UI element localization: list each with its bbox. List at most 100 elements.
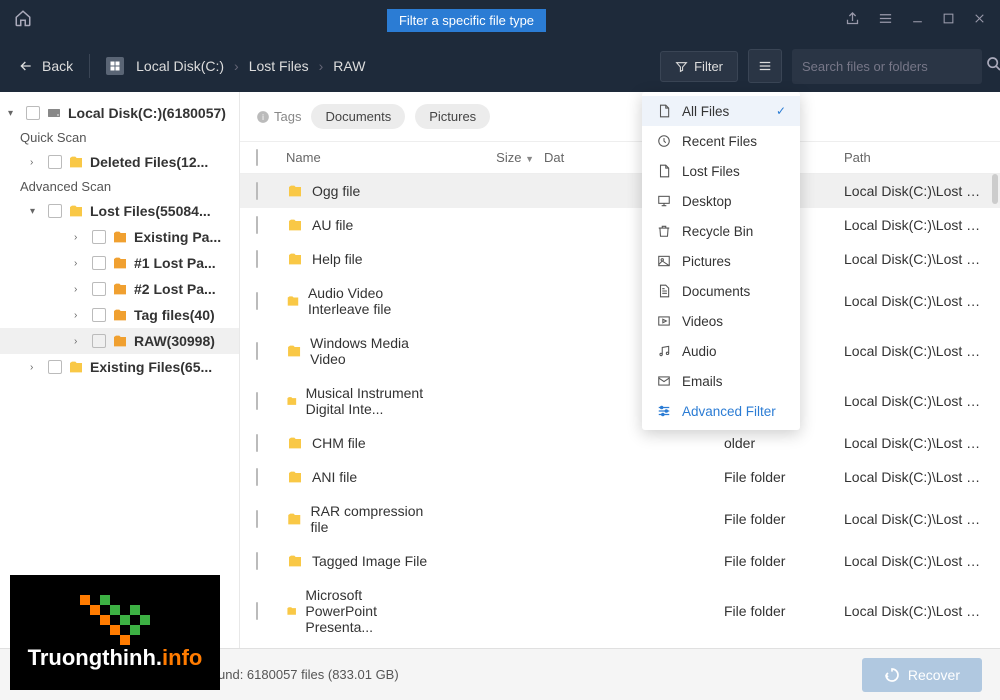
checkbox[interactable] [256,342,258,360]
filter-item[interactable]: Recycle Bin [642,216,800,246]
table-row[interactable]: Audio Video Interleave file older Local … [240,276,1000,326]
filter-item[interactable]: Emails [642,366,800,396]
trash-icon [656,223,672,239]
folder-icon [286,217,304,233]
table-row[interactable]: Help file older Local Disk(C:)\Lost F... [240,242,1000,276]
column-path[interactable]: Path [844,150,984,165]
table-row[interactable]: RAR compression file File folder Local D… [240,494,1000,544]
file-name: Audio Video Interleave file [308,285,434,317]
filter-item-label: Videos [682,314,723,329]
minimize-icon[interactable] [911,12,924,29]
checkbox[interactable] [256,468,258,486]
disk-icon [46,105,62,121]
expand-icon[interactable]: › [30,362,42,373]
tree-label: RAW(30998) [134,333,215,349]
breadcrumb-item[interactable]: RAW [333,58,365,74]
checkbox[interactable] [256,602,258,620]
expand-icon[interactable]: › [74,284,86,295]
checkbox[interactable] [92,334,106,348]
checkbox[interactable] [92,282,106,296]
filter-item[interactable]: Recent Files [642,126,800,156]
filter-item[interactable]: Desktop [642,186,800,216]
filter-item[interactable]: Audio [642,336,800,366]
tree-existing-files[interactable]: › Existing Files(65... [0,354,239,380]
audio-icon [656,343,672,359]
checkbox[interactable] [92,308,106,322]
checkbox[interactable] [48,155,62,169]
checkbox[interactable] [256,250,258,268]
filter-item[interactable]: Pictures [642,246,800,276]
table-row[interactable]: Musical Instrument Digital Inte... older… [240,376,1000,426]
table-row[interactable]: Tagged Image File File folder Local Disk… [240,544,1000,578]
checkbox[interactable] [256,182,258,200]
tree-lost-pa-2[interactable]: › #2 Lost Pa... [0,276,239,302]
table-row[interactable]: Microsoft PowerPoint Presenta... File fo… [240,578,1000,644]
sidebar: ▾ Local Disk(C:)(6180057) Quick Scan › D… [0,92,240,648]
recover-button[interactable]: Recover [862,658,982,692]
scrollbar[interactable] [992,174,998,204]
select-all-checkbox[interactable] [256,149,258,166]
checkbox[interactable] [92,230,106,244]
filter-item[interactable]: All Files ✓ [642,96,800,126]
tree-lost-pa-1[interactable]: › #1 Lost Pa... [0,250,239,276]
file-name: RAR compression file [311,503,434,535]
column-size[interactable]: Size ▼ [434,150,544,165]
tree-raw[interactable]: › RAW(30998) [0,328,239,354]
checkbox[interactable] [26,106,40,120]
menu-icon[interactable] [878,11,893,30]
tree-existing-pa[interactable]: › Existing Pa... [0,224,239,250]
expand-icon[interactable]: › [74,232,86,243]
tree-label: Tag files(40) [134,307,215,323]
table-row[interactable]: Ogg file older Local Disk(C:)\Lost F... [240,174,1000,208]
table-row[interactable]: AU file older Local Disk(C:)\Lost F... [240,208,1000,242]
checkbox[interactable] [256,434,258,452]
checkbox[interactable] [48,204,62,218]
expand-icon[interactable]: › [74,336,86,347]
checkbox[interactable] [92,256,106,270]
expand-icon[interactable]: › [74,310,86,321]
filter-item[interactable]: Lost Files [642,156,800,186]
filter-button[interactable]: Filter [660,51,738,82]
breadcrumb-item[interactable]: Lost Files [249,58,309,74]
search-input[interactable] [802,59,978,74]
tree-deleted-files[interactable]: › Deleted Files(12... [0,149,239,175]
advanced-scan-section: Advanced Scan [0,175,239,198]
close-icon[interactable] [973,12,986,29]
breadcrumb-item[interactable]: Local Disk(C:) [136,58,224,74]
checkbox[interactable] [256,216,258,234]
table-row[interactable]: Windows Media Video older Local Disk(C:)… [240,326,1000,376]
checkbox[interactable] [256,552,258,570]
search-icon[interactable] [986,56,1000,77]
filter-item[interactable]: Videos [642,306,800,336]
table-row[interactable]: CHM file older Local Disk(C:)\Lost F... [240,426,1000,460]
home-icon[interactable] [14,14,32,31]
checkbox[interactable] [256,510,258,528]
checkbox[interactable] [48,360,62,374]
search-box[interactable] [792,49,982,84]
checkbox[interactable] [256,392,258,410]
table-row[interactable]: ANI file File folder Local Disk(C:)\Lost… [240,460,1000,494]
maximize-icon[interactable] [942,12,955,29]
expand-icon[interactable]: › [74,258,86,269]
file-path: Local Disk(C:)\Lost F... [844,293,984,309]
disk-icon [106,57,124,75]
collapse-icon[interactable]: ▾ [30,206,42,217]
tree-tag-files[interactable]: › Tag files(40) [0,302,239,328]
checkbox[interactable] [256,292,258,310]
tag-documents[interactable]: Documents [311,104,405,129]
view-list-button[interactable] [748,49,782,83]
back-button[interactable]: Back [18,58,73,74]
tag-pictures[interactable]: Pictures [415,104,490,129]
column-name[interactable]: Name [286,150,434,165]
main-panel: i Tags Documents Pictures Name Size ▼ Da… [240,92,1000,648]
collapse-icon[interactable]: ▾ [8,108,20,119]
filter-item[interactable]: Documents [642,276,800,306]
file-name: Help file [312,251,363,267]
tree-root[interactable]: ▾ Local Disk(C:)(6180057) [0,100,239,126]
filter-advanced[interactable]: Advanced Filter [642,396,800,426]
tree-lost-files[interactable]: ▾ Lost Files(55084... [0,198,239,224]
status-text: und: 6180057 files (833.01 GB) [218,667,399,682]
share-icon[interactable] [845,11,860,30]
file-path: Local Disk(C:)\Lost F... [844,603,984,619]
expand-icon[interactable]: › [30,157,42,168]
